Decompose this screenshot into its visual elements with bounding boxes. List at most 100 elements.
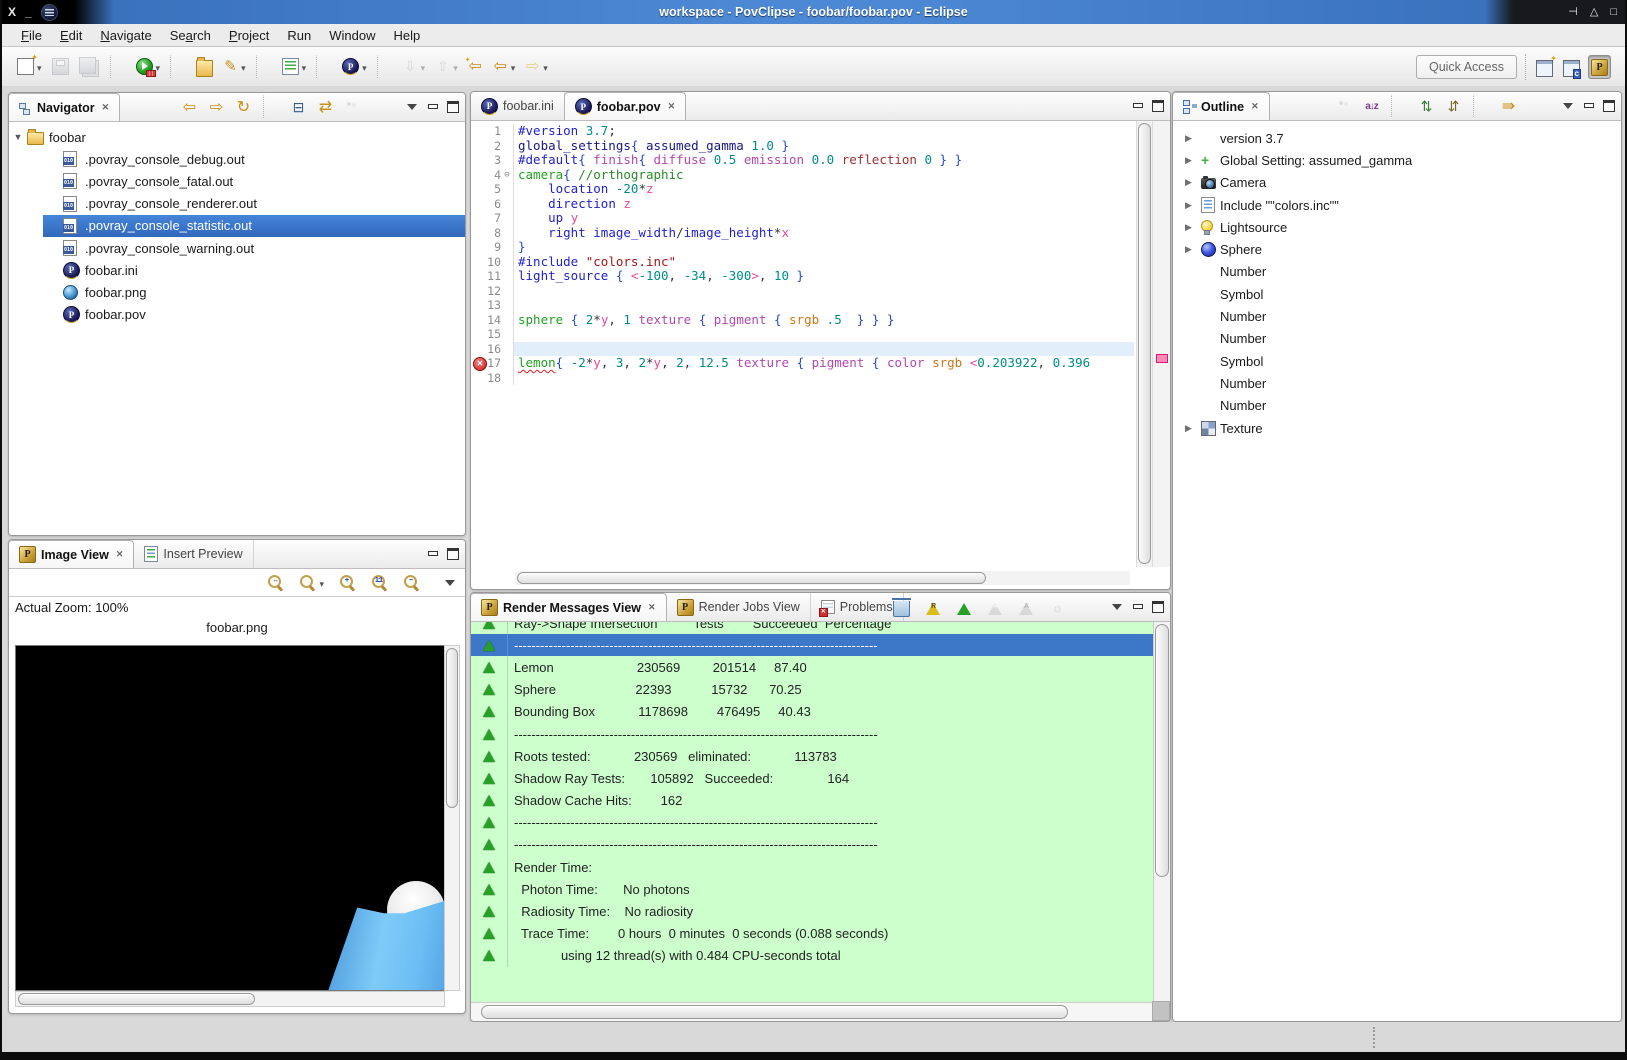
focus-button[interactable] [1333, 96, 1356, 117]
menu-project[interactable]: Project [220, 26, 278, 45]
last-edit-location-button[interactable]: ⇦ [464, 56, 487, 77]
code-line[interactable]: 17 lemon{ -2*y, 3, 2*y, 2, 12.5 texture … [471, 356, 1134, 371]
tab-render-messages[interactable]: Render Messages View [470, 593, 667, 621]
maximize-button[interactable]: □ [1610, 0, 1617, 24]
message-row[interactable]: using 12 thread(s) with 0.484 CPU-second… [471, 945, 1154, 967]
menu-navigate[interactable]: Navigate [91, 26, 160, 45]
code-line[interactable]: 15 [471, 327, 1134, 342]
code-line[interactable]: 7 up y [471, 211, 1134, 226]
povclipse-perspective-button[interactable] [1588, 55, 1611, 79]
expander-icon[interactable] [1185, 423, 1201, 434]
outline-toolbar-button[interactable] [1473, 94, 1489, 118]
view-menu-icon[interactable] [407, 104, 417, 110]
expander-icon[interactable] [1185, 244, 1201, 255]
editor-vertical-scrollbar[interactable] [1136, 121, 1152, 567]
show-render-messages-button[interactable] [922, 597, 945, 618]
scrollbar-thumb[interactable] [481, 1005, 1068, 1019]
sort-tree-button[interactable]: ⇅ [1415, 95, 1438, 118]
outline-toolbar-button[interactable] [1391, 94, 1407, 118]
open-perspective-button[interactable] [1534, 54, 1555, 79]
collapse-all-button[interactable]: ⊟ [287, 97, 310, 118]
tree-item-statistic-out[interactable]: .povray_console_statistic.out [9, 215, 465, 237]
rendered-image[interactable] [15, 645, 445, 991]
menu-search[interactable]: Search [161, 26, 220, 45]
expander-icon[interactable] [1185, 133, 1201, 144]
outline-version[interactable]: version 3.7 [1173, 127, 1621, 149]
tree-item-foobar-pov[interactable]: foobar.pov [9, 304, 465, 326]
menu-edit[interactable]: Edit [51, 26, 91, 45]
image-horizontal-scrollbar[interactable] [15, 991, 445, 1007]
tab-navigator[interactable]: Navigator [8, 93, 120, 121]
minimize-view-icon[interactable] [1132, 603, 1142, 612]
navigator-toolbar-button[interactable] [263, 95, 279, 119]
dropdown-arrow-icon[interactable] [362, 59, 367, 74]
tab-foobar-pov[interactable]: foobar.pov [564, 92, 686, 120]
outline-lightsource[interactable]: Lightsource [1173, 216, 1621, 238]
minimize-view-icon[interactable] [1132, 102, 1142, 111]
scrollbar-thumb[interactable] [517, 572, 986, 584]
tree-item-fatal-out[interactable]: .povray_console_fatal.out [9, 170, 465, 192]
code-line[interactable]: 4⊖ camera{ //orthographic [471, 168, 1134, 183]
minimize-view-icon[interactable] [427, 103, 437, 112]
error-overview-marker[interactable] [1156, 354, 1168, 363]
clear-messages-button[interactable] [889, 595, 914, 620]
tab-close-icon[interactable] [1249, 101, 1259, 112]
message-row[interactable]: Shadow Cache Hits: 162 [471, 790, 1154, 812]
message-row[interactable]: Shadow Ray Tests: 105892 Succeeded: 164 [471, 767, 1154, 789]
code-line[interactable]: 6 direction z [471, 197, 1134, 212]
zoom-in-button[interactable]: + [336, 572, 360, 593]
minimize-button[interactable]: _ [25, 0, 32, 24]
toolbar-button[interactable] [170, 55, 186, 79]
outline-number[interactable]: Number [1173, 261, 1621, 283]
back-history-button[interactable]: ⇦ [178, 97, 201, 118]
code-line[interactable]: 18 [471, 371, 1134, 386]
message-row[interactable]: ----------------------------------------… [471, 812, 1154, 834]
message-row[interactable]: Bounding Box 1178698 476495 40.43 [471, 701, 1154, 723]
message-row[interactable]: Sphere 22393 15732 70.25 [471, 679, 1154, 701]
expander-icon[interactable] [1185, 200, 1201, 211]
forward-history-button[interactable]: ⇨ [205, 97, 228, 118]
minimize-view-icon[interactable] [427, 550, 437, 559]
image-vertical-scrollbar[interactable] [444, 645, 460, 991]
tree-item-renderer-out[interactable]: .povray_console_renderer.out [9, 193, 465, 215]
messages-horizontal-scrollbar[interactable] [471, 1002, 1154, 1021]
dropdown-arrow-icon[interactable] [543, 59, 548, 74]
save-all-button[interactable] [75, 54, 104, 80]
message-row[interactable]: Radiosity Time: No radiosity [471, 900, 1154, 922]
code-line[interactable]: 9 } [471, 240, 1134, 255]
maximize-view-icon[interactable] [447, 548, 459, 560]
outline-sphere[interactable]: Sphere [1173, 238, 1621, 260]
quick-access-button[interactable]: Quick Access [1416, 55, 1517, 79]
save-button[interactable] [48, 55, 73, 78]
expander-icon[interactable] [9, 132, 27, 142]
view-menu-icon[interactable] [445, 580, 455, 586]
message-row[interactable]: ----------------------------------------… [471, 834, 1154, 856]
code-line[interactable]: 10 #include "colors.inc" [471, 255, 1134, 270]
tab-close-icon[interactable] [100, 102, 110, 113]
tree-item-foobar-png[interactable]: foobar.png [9, 281, 465, 303]
minimize-view-icon[interactable] [1583, 102, 1593, 111]
tree-item-warning-out[interactable]: .povray_console_warning.out [9, 237, 465, 259]
tab-foobar-ini[interactable]: foobar.ini [471, 92, 565, 120]
editor-horizontal-scrollbar[interactable] [515, 571, 1130, 585]
outline-global-setting[interactable]: Global Setting: assumed_gamma [1173, 149, 1621, 171]
tab-close-icon[interactable] [666, 101, 676, 112]
trim-drag-handle[interactable] [1373, 1027, 1375, 1048]
code-line[interactable]: 1 #version 3.7; [471, 124, 1134, 139]
scrollbar-thumb[interactable] [446, 648, 458, 808]
code-line[interactable]: 13 [471, 298, 1134, 313]
open-file-button[interactable] [192, 54, 217, 80]
show-all-messages-button[interactable] [1015, 597, 1038, 618]
view-menu-icon[interactable] [1563, 103, 1573, 109]
pin-button[interactable]: ⊣ [1568, 0, 1578, 24]
tab-image-view[interactable]: Image View [8, 540, 134, 568]
code-line[interactable]: 2 global_settings{ assumed_gamma 1.0 } [471, 139, 1134, 154]
dropdown-arrow-icon[interactable] [421, 59, 426, 74]
back-button[interactable]: ⇦ [489, 56, 520, 77]
tab-insert-preview[interactable]: Insert Preview [134, 540, 253, 568]
toolbar-button[interactable] [110, 55, 126, 79]
up-button[interactable]: ↻ [232, 97, 255, 118]
close-button[interactable]: X [8, 0, 16, 24]
settings-button[interactable]: ☼ [1046, 597, 1069, 618]
overview-ruler[interactable] [1152, 121, 1170, 567]
